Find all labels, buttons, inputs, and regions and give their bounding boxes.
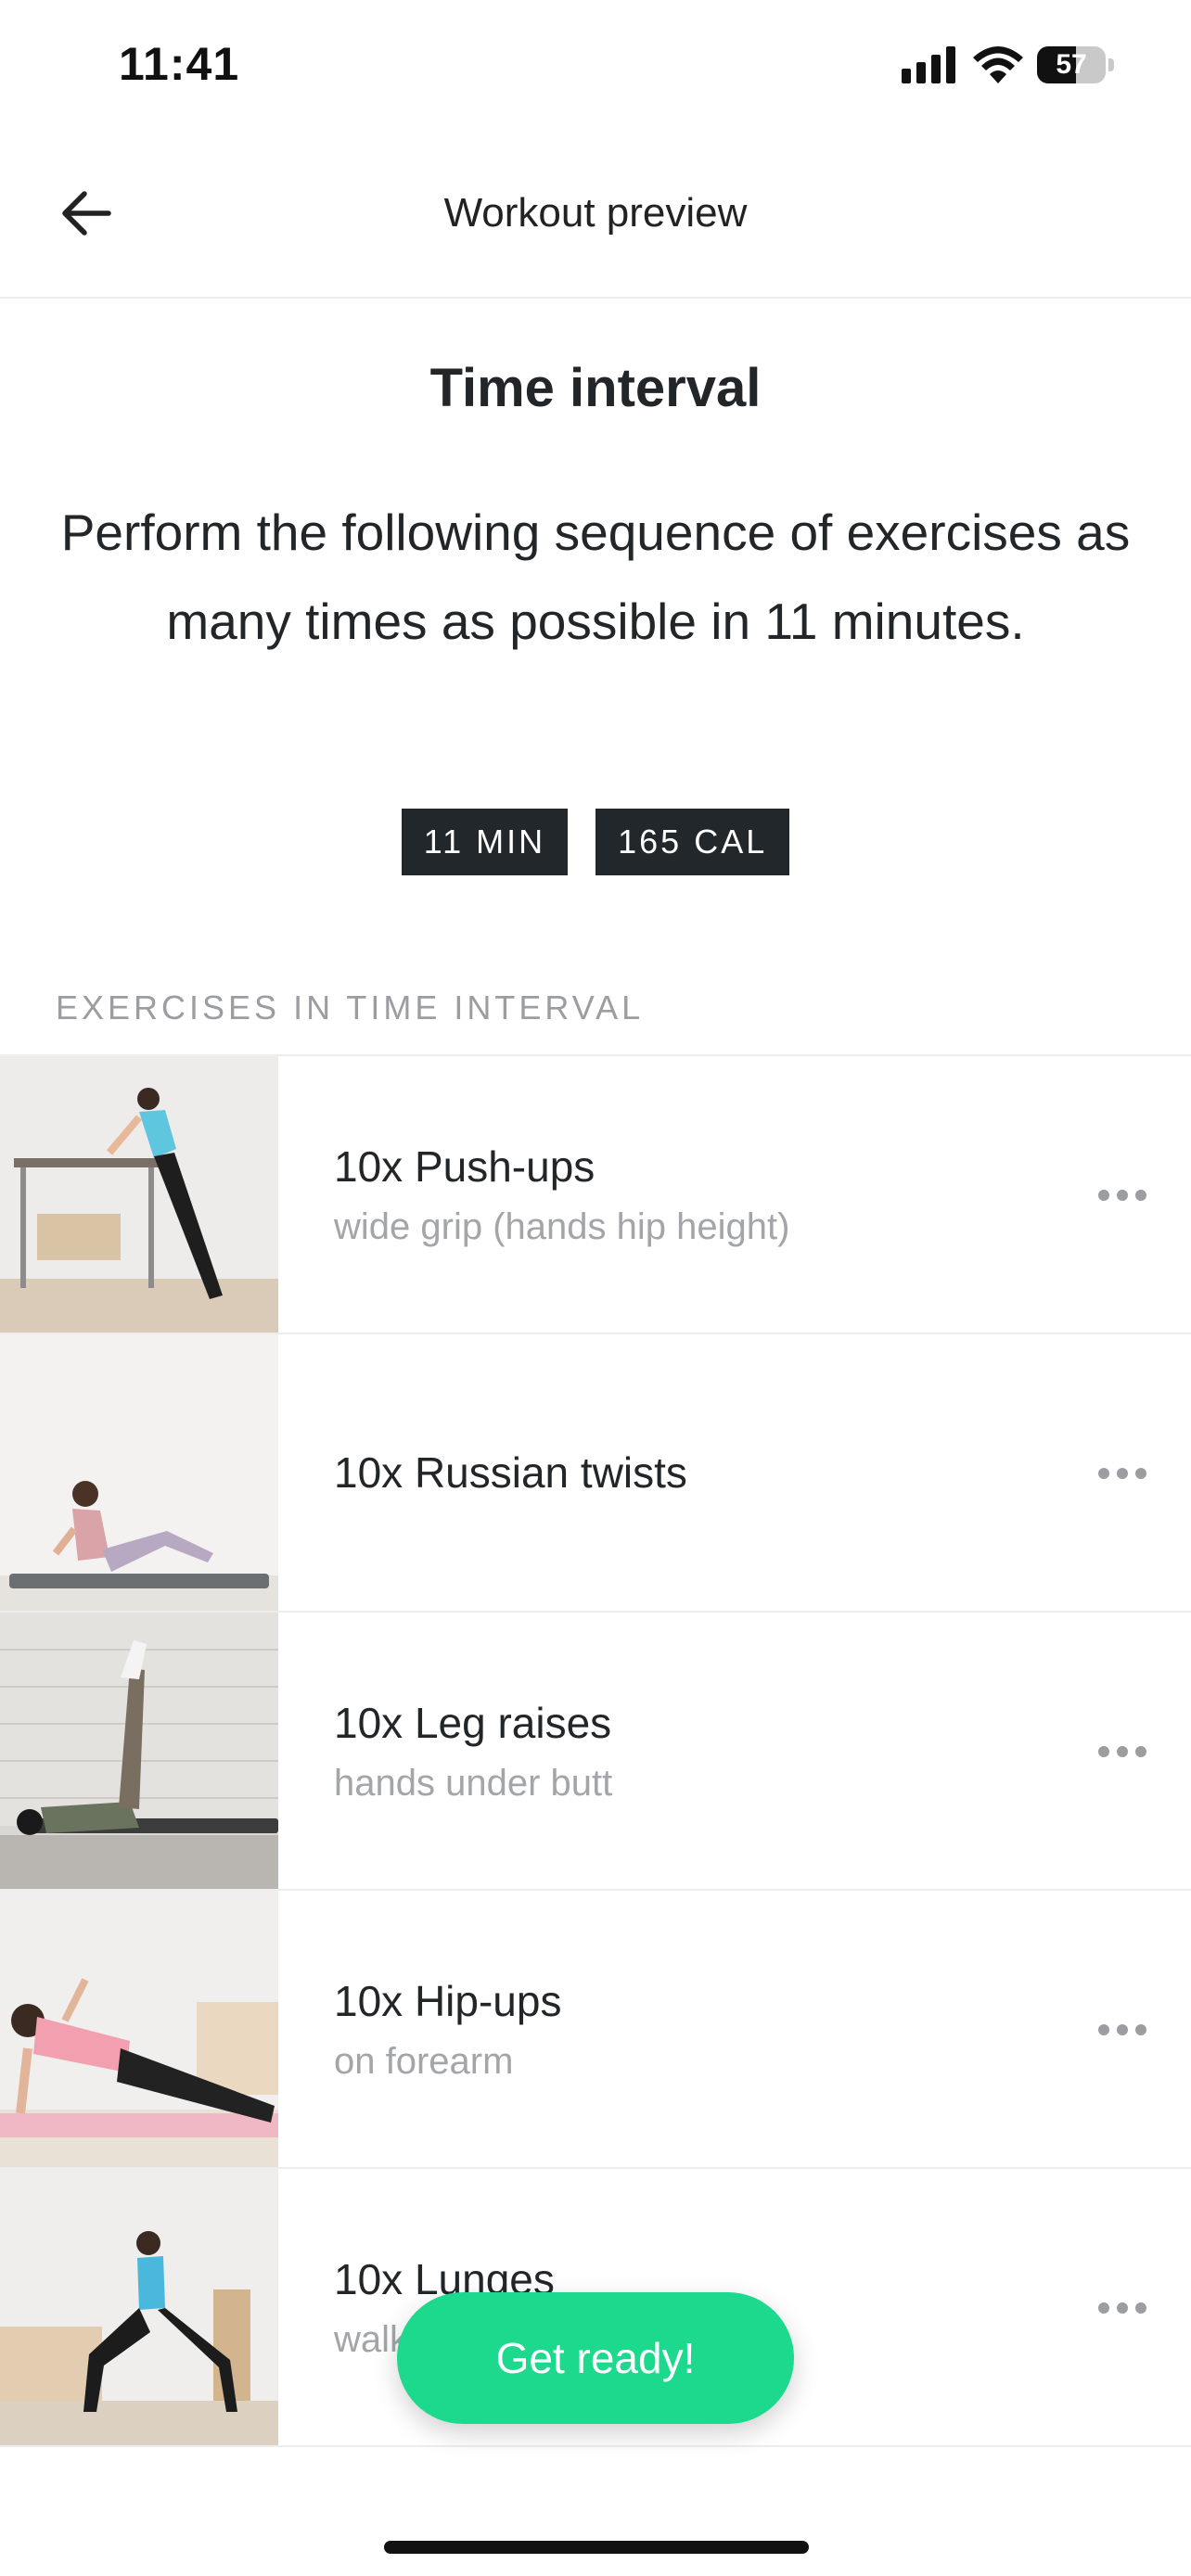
- more-horizontal-icon: [1098, 2302, 1146, 2314]
- exercise-thumbnail: [0, 2169, 278, 2445]
- exercise-name: 10x Hip-ups: [334, 1976, 562, 2025]
- exercise-detail: hands under butt: [334, 1762, 613, 1804]
- more-options-button[interactable]: [1095, 2289, 1150, 2327]
- exercise-row[interactable]: 10x Leg raises hands under butt: [0, 1613, 1191, 1891]
- section-header: EXERCISES IN TIME INTERVAL: [56, 988, 645, 1027]
- exercise-text: 10x Push-ups wide grip (hands hip height…: [334, 1056, 789, 1333]
- exercise-detail: wide grip (hands hip height): [334, 1205, 790, 1247]
- exercise-name: 10x Russian twists: [334, 1448, 687, 1497]
- exercise-row[interactable]: 10x Push-ups wide grip (hands hip height…: [0, 1056, 1191, 1334]
- duration-badge: 11 MIN: [401, 809, 569, 875]
- page-title: Workout preview: [443, 190, 748, 236]
- exercise-name: 10x Leg raises: [334, 1698, 612, 1747]
- exercise-row[interactable]: 10x Russian twists: [0, 1334, 1191, 1613]
- more-horizontal-icon: [1098, 1190, 1146, 1201]
- workout-description: Perform the following sequence of exerci…: [60, 504, 1131, 650]
- signal-icon: [902, 46, 959, 83]
- exercise-thumbnail: [0, 1056, 278, 1333]
- exercise-text: 10x Hip-ups on forearm: [334, 1891, 561, 2167]
- wifi-icon: [972, 45, 1024, 83]
- nav-bar: Workout preview: [0, 139, 1191, 299]
- home-indicator[interactable]: [384, 2541, 809, 2554]
- more-options-button[interactable]: [1095, 1733, 1150, 1770]
- more-options-button[interactable]: [1095, 2011, 1150, 2048]
- exercise-text: 10x Leg raises hands under butt: [334, 1613, 612, 1889]
- calories-badge: 165 CAL: [596, 809, 790, 875]
- exercise-thumbnail: [0, 1891, 278, 2167]
- workout-badges: 11 MIN 165 CAL: [0, 809, 1191, 875]
- more-horizontal-icon: [1098, 1468, 1146, 1479]
- exercise-thumbnail: [0, 1334, 278, 1611]
- battery-level: 57: [1056, 49, 1087, 80]
- battery-icon: 57: [1037, 46, 1115, 83]
- arrow-left-icon: [62, 191, 111, 236]
- exercise-row[interactable]: 10x Hip-ups on forearm: [0, 1891, 1191, 2169]
- workout-title: Time interval: [429, 358, 762, 418]
- more-horizontal-icon: [1098, 1746, 1146, 1757]
- exercise-thumbnail: [0, 1613, 278, 1889]
- status-bar: 11:41 57: [0, 0, 1191, 139]
- exercise-detail: on forearm: [334, 2040, 514, 2082]
- exercise-name: 10x Push-ups: [334, 1141, 596, 1191]
- more-horizontal-icon: [1098, 2024, 1146, 2035]
- exercise-list: 10x Push-ups wide grip (hands hip height…: [0, 1054, 1191, 2447]
- back-button[interactable]: [51, 176, 125, 250]
- get-ready-button[interactable]: Get ready!: [397, 2292, 794, 2424]
- status-time: 11:41: [119, 38, 240, 90]
- more-options-button[interactable]: [1095, 1455, 1150, 1492]
- more-options-button[interactable]: [1095, 1177, 1150, 1214]
- exercise-text: 10x Russian twists: [334, 1334, 687, 1611]
